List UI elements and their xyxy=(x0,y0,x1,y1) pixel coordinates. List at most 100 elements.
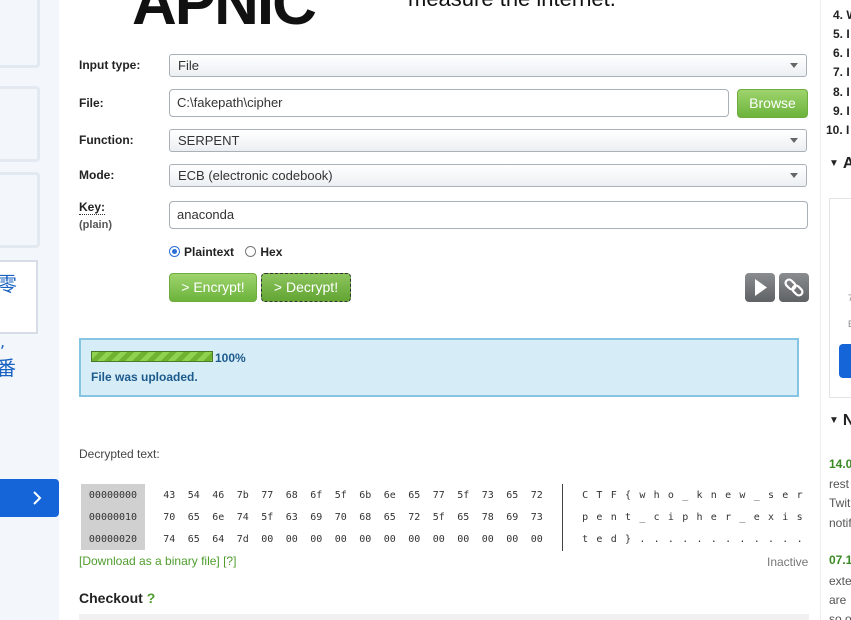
checkout-help-link[interactable]: ? xyxy=(147,590,156,606)
hex-byte: 5f xyxy=(261,512,274,523)
hex-byte: 00 xyxy=(261,534,274,545)
ascii-char: w xyxy=(739,490,746,501)
decrypted-text-title: Decrypted text: xyxy=(79,447,160,461)
ascii-char: i xyxy=(782,512,789,523)
hex-radio[interactable] xyxy=(245,246,257,257)
function-select[interactable]: SERPENT xyxy=(169,129,807,152)
ascii-char: r xyxy=(725,512,732,523)
permalink-button[interactable] xyxy=(779,273,809,302)
news-text: notif xyxy=(829,516,851,530)
ranking-item[interactable]: 9. I xyxy=(833,104,850,118)
hex-byte: 64 xyxy=(212,534,225,545)
hex-byte: 5f xyxy=(457,490,470,501)
hex-byte: 72 xyxy=(408,512,421,523)
hex-byte: 70 xyxy=(334,512,347,523)
ascii-char: i xyxy=(667,512,674,523)
decorative-glyph xyxy=(0,0,40,68)
news-date[interactable]: 14.0 xyxy=(829,457,851,471)
ascii-char: . xyxy=(739,534,746,545)
mode-select[interactable]: ECB (electronic codebook) xyxy=(169,164,807,187)
browse-button[interactable]: Browse xyxy=(737,89,808,118)
ascii-char: c xyxy=(653,512,660,523)
ranking-item[interactable]: 4. W xyxy=(833,8,851,22)
hex-byte: 00 xyxy=(457,534,470,545)
hex-byte: 74 xyxy=(236,512,249,523)
news-text: rest xyxy=(829,477,850,491)
key-field[interactable]: anaconda xyxy=(169,201,808,229)
ascii-row: t e d}............ xyxy=(578,534,807,545)
hex-byte: 43 xyxy=(163,490,176,501)
news-date[interactable]: 07.1 xyxy=(829,553,851,567)
plaintext-radio[interactable] xyxy=(169,246,180,257)
hex-byte: 00 xyxy=(432,534,445,545)
ascii-char: } xyxy=(625,534,632,545)
ranking-item[interactable]: 10. I xyxy=(826,123,849,137)
ascii-char: r xyxy=(796,490,803,501)
hex-byte: 77 xyxy=(432,490,445,501)
hex-byte: 77 xyxy=(261,490,274,501)
ascii-row: p e n t _ c i p h e r _ e x i s xyxy=(578,512,807,523)
hex-byte: 00 xyxy=(506,534,519,545)
ascii-char: . xyxy=(796,534,803,545)
hex-byte: 6e xyxy=(212,512,225,523)
hex-byte: 6f xyxy=(310,490,323,501)
hex-byte: 73 xyxy=(530,512,543,523)
file-path-field[interactable]: C:\fakepath\cipher xyxy=(169,89,729,117)
help-link[interactable]: [?] xyxy=(223,554,236,568)
checkout-title: Checkout ? xyxy=(79,590,155,606)
left-rail: 零 , 番 xyxy=(0,0,59,620)
hex-byte: 6b xyxy=(359,490,372,501)
hex-byte: 00 xyxy=(530,534,543,545)
hex-byte: 68 xyxy=(359,512,372,523)
ascii-char: . xyxy=(782,534,789,545)
next-button[interactable] xyxy=(0,479,59,517)
ranking-item[interactable]: 7. I xyxy=(833,65,850,79)
ascii-char: e xyxy=(753,512,760,523)
ascii-char: . xyxy=(767,534,775,545)
news-text: Twit xyxy=(829,496,851,510)
hex-ascii-divider xyxy=(562,484,563,551)
ranking-item[interactable]: 6. I xyxy=(833,46,850,60)
plaintext-option[interactable]: Plaintext xyxy=(169,245,237,259)
hex-byte: 70 xyxy=(163,512,176,523)
encrypt-button[interactable]: > Encrypt! xyxy=(169,273,257,302)
decrypt-button[interactable]: > Decrypt! xyxy=(261,273,351,302)
ascii-char: _ xyxy=(639,512,646,523)
ascii-char: e xyxy=(710,512,717,523)
hex-offset: 00000020 xyxy=(88,534,138,545)
sidebar-heading[interactable]: ▼A xyxy=(829,155,851,173)
hex-byte: 65 xyxy=(187,512,200,523)
download-binary-link[interactable]: [Download as a binary file] xyxy=(79,554,220,568)
ranking-item[interactable]: 8. I xyxy=(833,85,850,99)
chevron-right-icon xyxy=(33,491,42,505)
function-label: Function: xyxy=(79,133,134,147)
hex-byte: 65 xyxy=(457,512,470,523)
logo[interactable]: APNIC xyxy=(132,0,317,39)
ranking-item[interactable]: 5. I xyxy=(833,27,850,41)
key-format-hint: (plain) xyxy=(79,219,112,231)
collapse-triangle-icon: ▼ xyxy=(829,158,839,169)
checkout-title-text: Checkout xyxy=(79,590,143,606)
hex-byte: 7b xyxy=(236,490,249,501)
download-links: [Download as a binary file] [?] xyxy=(79,554,236,568)
play-button[interactable] xyxy=(745,273,775,302)
hex-byte: 00 xyxy=(481,534,494,545)
hex-bytes-row: 74 65 64 7d 00 00 00 00 00 00 00 00 00 00 00 00 xyxy=(157,534,549,545)
hex-byte: 7d xyxy=(236,534,249,545)
ascii-char: { xyxy=(625,490,632,501)
hex-byte: 54 xyxy=(187,490,200,501)
hex-byte: 73 xyxy=(481,490,494,501)
ascii-char: . xyxy=(725,534,732,545)
hex-byte: 68 xyxy=(285,490,298,501)
news-text: exte xyxy=(829,574,851,588)
ascii-char: t xyxy=(625,512,632,523)
hex-offset-column: 00000000 00000010 00000020 xyxy=(81,484,145,550)
sidebar-heading[interactable]: ▼N xyxy=(829,412,851,430)
ascii-char: w xyxy=(639,490,646,501)
hex-byte: 46 xyxy=(212,490,225,501)
widget-button[interactable] xyxy=(839,344,851,378)
hex-option[interactable]: Hex xyxy=(245,245,282,259)
hex-byte: 65 xyxy=(506,490,519,501)
hex-byte: 5f xyxy=(432,512,445,523)
input-type-select[interactable]: File xyxy=(169,54,807,77)
